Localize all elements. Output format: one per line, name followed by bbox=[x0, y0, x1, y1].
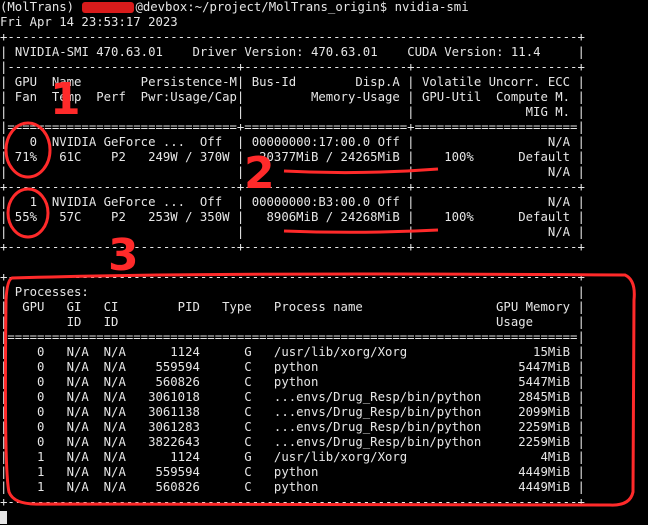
prompt-path: @devbox:~/project/MolTrans_origin$ bbox=[135, 0, 395, 14]
processes-title: | Processes: | bbox=[0, 285, 585, 299]
timestamp: Fri Apr 14 23:53:17 2023 bbox=[0, 15, 178, 29]
gpu0-row1: | 0 NVIDIA GeForce ... Off | 00000000:17… bbox=[0, 135, 585, 149]
next-prompt bbox=[0, 510, 585, 525]
border: |===============================+=======… bbox=[0, 120, 585, 134]
border: +-------------------------------+-------… bbox=[0, 180, 585, 194]
annotation-number-1: 1 bbox=[50, 74, 81, 125]
process-row: | 1 N/A N/A 1124 G /usr/lib/xorg/Xorg 4M… bbox=[0, 450, 585, 464]
border: +---------------------------------------… bbox=[0, 495, 585, 509]
gpu-header-2: | Fan Temp Perf Pwr:Usage/Cap| Memory-Us… bbox=[0, 90, 585, 104]
summary-row: | NVIDIA-SMI 470.63.01 Driver Version: 4… bbox=[0, 45, 585, 59]
command-text: nvidia-smi bbox=[394, 0, 469, 14]
redacted-username bbox=[82, 2, 135, 13]
annotation-number-3: 3 bbox=[108, 230, 139, 281]
processes-header-2: | ID ID Usage | bbox=[0, 315, 585, 329]
blank bbox=[0, 255, 585, 270]
border: +---------------------------------------… bbox=[0, 30, 585, 44]
border: +---------------------------------------… bbox=[0, 270, 585, 284]
process-row: | 0 N/A N/A 560826 C python 5447MiB | bbox=[0, 375, 585, 389]
process-row: | 0 N/A N/A 3061018 C ...envs/Drug_Resp/… bbox=[0, 390, 585, 404]
process-row: | 1 N/A N/A 559594 C python 4449MiB | bbox=[0, 465, 585, 479]
process-row: | 0 N/A N/A 559594 C python 5447MiB | bbox=[0, 360, 585, 374]
processes-header-1: | GPU GI CI PID Type Process name GPU Me… bbox=[0, 300, 585, 314]
border: |=======================================… bbox=[0, 330, 585, 344]
process-row: | 0 N/A N/A 3061283 C ...envs/Drug_Resp/… bbox=[0, 420, 585, 434]
gpu1-row3: | | | N/A | bbox=[0, 225, 585, 239]
process-row: | 1 N/A N/A 560826 C python 4449MiB | bbox=[0, 480, 585, 494]
gpu1-row1: | 1 NVIDIA GeForce ... Off | 00000000:B3… bbox=[0, 195, 585, 209]
gpu0-row2: | 71% 61C P2 249W / 370W | 20377MiB / 24… bbox=[0, 150, 585, 164]
annotation-number-2: 2 bbox=[244, 148, 275, 199]
border: +-------------------------------+-------… bbox=[0, 240, 585, 254]
shell-prompt: (MolTrans) @devbox:~/project/MolTrans_or… bbox=[0, 0, 585, 15]
gpu0-row3: | | | N/A | bbox=[0, 165, 585, 179]
border: |-------------------------------+-------… bbox=[0, 60, 585, 74]
process-row: | 0 N/A N/A 3061138 C ...envs/Drug_Resp/… bbox=[0, 405, 585, 419]
process-row: | 0 N/A N/A 1124 G /usr/lib/xorg/Xorg 15… bbox=[0, 345, 585, 359]
process-row: | 0 N/A N/A 3822643 C ...envs/Drug_Resp/… bbox=[0, 435, 585, 449]
gpu-header-1: | GPU Name Persistence-M| Bus-Id Disp.A … bbox=[0, 75, 585, 89]
gpu1-row2: | 55% 57C P2 253W / 350W | 8906MiB / 242… bbox=[0, 210, 585, 224]
terminal-output[interactable]: (MolTrans) @devbox:~/project/MolTrans_or… bbox=[0, 0, 585, 525]
conda-env: (MolTrans) bbox=[0, 0, 82, 14]
gpu-header-3: | | | MIG M. | bbox=[0, 105, 585, 119]
